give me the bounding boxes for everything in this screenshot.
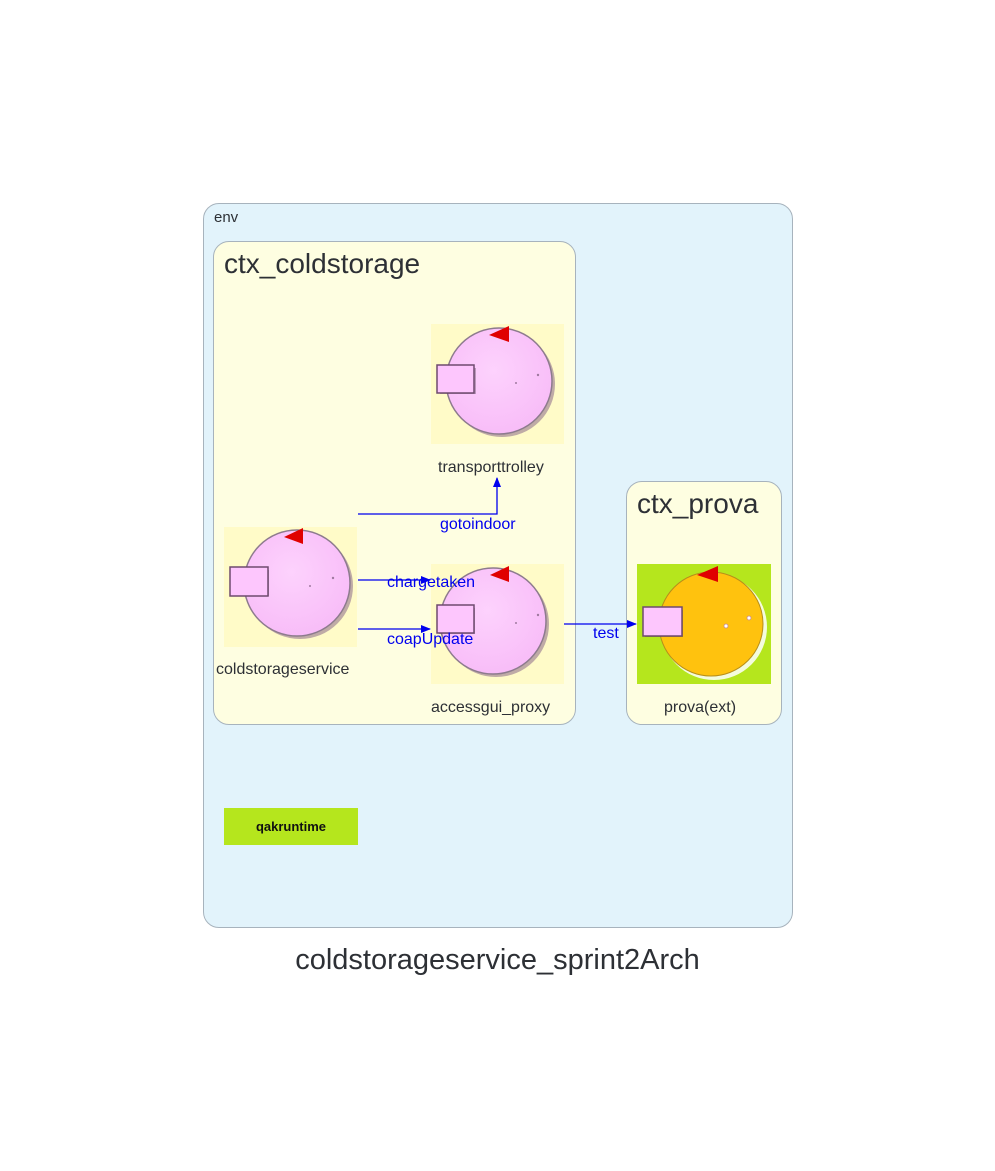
node-label-transporttrolley: transporttrolley xyxy=(438,459,544,476)
dot-icon xyxy=(515,382,517,384)
actor-tab-icon xyxy=(229,566,269,597)
node-label-accessgui-proxy: accessgui_proxy xyxy=(431,699,551,716)
diagram-title: coldstorageservice_sprint2Arch xyxy=(295,944,700,976)
edge-label-test: test xyxy=(593,625,619,642)
edge-gotoindoor[interactable] xyxy=(358,477,501,515)
actor-tab-icon xyxy=(436,364,475,394)
edge-label-gotoindoor: gotoindoor xyxy=(440,516,516,533)
actor-transporttrolley[interactable] xyxy=(431,324,564,444)
qakruntime-badge: qakruntime xyxy=(224,808,358,845)
diagram-graphics xyxy=(224,324,771,684)
dot-icon xyxy=(331,576,335,580)
dot-icon xyxy=(723,623,729,629)
actor-tab-icon xyxy=(436,604,475,634)
dot-icon xyxy=(515,622,517,624)
actor-coldstorageservice[interactable] xyxy=(224,527,357,647)
dot-icon xyxy=(536,613,540,617)
dot-icon xyxy=(536,373,540,377)
node-label-coldstorageservice: coldstorageservice xyxy=(216,661,350,678)
dot-icon xyxy=(746,615,752,621)
actor-tab-icon xyxy=(642,606,683,637)
edge-label-coapupdate: coapUpdate xyxy=(387,631,474,648)
edge-label-chargetaken: chargetaken xyxy=(387,574,476,591)
dot-icon xyxy=(309,585,311,587)
node-label-prova-ext: prova(ext) xyxy=(664,699,737,716)
actor-prova-ext[interactable] xyxy=(637,564,771,684)
